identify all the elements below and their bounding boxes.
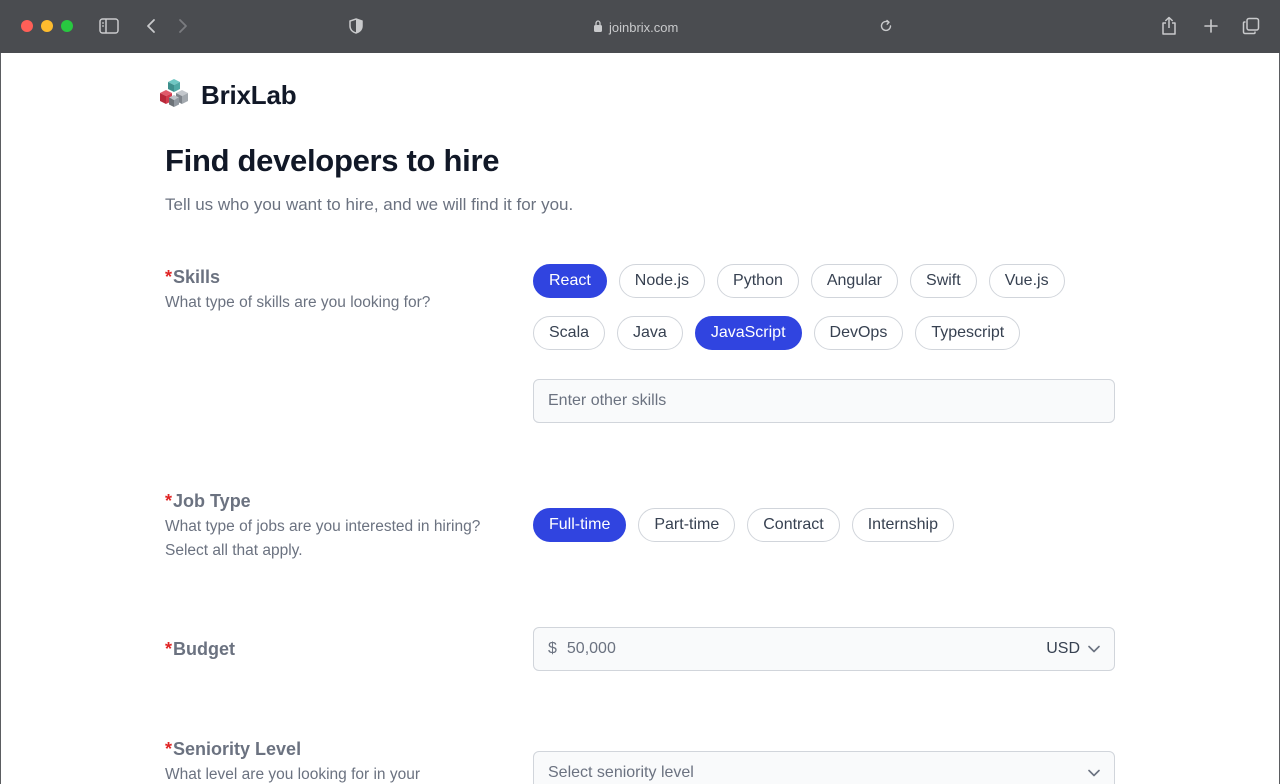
new-tab-icon[interactable]	[1200, 14, 1222, 38]
minimize-window-button[interactable]	[41, 20, 53, 32]
share-icon[interactable]	[1158, 14, 1180, 38]
address-url: joinbrix.com	[609, 19, 679, 35]
required-mark: *	[165, 491, 173, 511]
back-icon[interactable]	[141, 14, 161, 38]
tab-overview-icon[interactable]	[1240, 14, 1262, 38]
seniority-label-text: Seniority Level	[173, 739, 302, 759]
budget-label: *Budget	[165, 639, 235, 660]
page-content: BrixLab Find developers to hire Tell us …	[1, 53, 1279, 784]
other-skills-input[interactable]	[548, 392, 1100, 410]
currency-value: USD	[1046, 640, 1080, 657]
job-type-help: What type of jobs are you interested in …	[165, 518, 481, 559]
page-title: Find developers to hire	[165, 143, 500, 178]
cubes-logo-icon	[159, 78, 189, 113]
required-mark: *	[165, 739, 173, 759]
required-mark: *	[165, 267, 173, 287]
job-type-chip-part-time[interactable]: Part-time	[638, 508, 736, 542]
skill-chip-react[interactable]: React	[533, 264, 607, 298]
currency-select[interactable]: USD	[1046, 640, 1100, 658]
required-mark: *	[165, 639, 173, 659]
sidebar-toggle-icon[interactable]	[97, 14, 121, 38]
currency-prefix: $	[548, 640, 557, 657]
skills-help: What type of skills are you looking for?	[165, 294, 431, 311]
reload-icon[interactable]	[876, 14, 896, 38]
budget-input[interactable]	[566, 640, 967, 658]
privacy-shield-icon[interactable]	[346, 14, 366, 38]
skills-label-text: Skills	[173, 267, 221, 287]
skill-chip-python[interactable]: Python	[717, 264, 799, 298]
close-window-button[interactable]	[21, 20, 33, 32]
skill-chip-node-js[interactable]: Node.js	[618, 264, 706, 298]
seniority-select[interactable]: Select seniority level	[533, 751, 1115, 784]
chevron-down-icon	[1088, 640, 1100, 658]
skill-chip-devops[interactable]: DevOps	[813, 316, 904, 350]
job-type-label-text: Job Type	[173, 491, 251, 511]
chevron-down-icon	[1088, 764, 1100, 782]
skill-chip-swift[interactable]: Swift	[910, 264, 977, 298]
skill-chip-angular[interactable]: Angular	[810, 264, 899, 298]
skill-chip-vue-js[interactable]: Vue.js	[988, 264, 1065, 298]
job-type-label: *Job Type	[165, 491, 251, 512]
seniority-placeholder: Select seniority level	[548, 764, 694, 781]
job-type-options: Full-time Part-time Contract Internship	[533, 508, 1133, 542]
other-skills-field[interactable]	[533, 379, 1115, 423]
address-bar[interactable]: joinbrix.com	[593, 17, 678, 37]
browser-toolbar: joinbrix.com	[0, 0, 1280, 53]
seniority-help: What level are you looking for in your	[165, 766, 421, 783]
skill-chip-javascript[interactable]: JavaScript	[694, 316, 802, 350]
job-type-chip-contract[interactable]: Contract	[747, 508, 840, 542]
page-subtitle: Tell us who you want to hire, and we wil…	[165, 195, 574, 214]
skill-chip-scala[interactable]: Scala	[533, 316, 606, 350]
job-type-chip-full-time[interactable]: Full-time	[533, 508, 627, 542]
budget-label-text: Budget	[173, 639, 236, 659]
skills-label: *Skills	[165, 267, 220, 288]
brand[interactable]: BrixLab	[159, 78, 297, 113]
seniority-label: *Seniority Level	[165, 739, 301, 760]
skills-options: React Node.js Python Angular Swift Vue.js Scal…	[533, 264, 1133, 350]
brand-name: BrixLab	[201, 80, 297, 110]
skill-chip-typescript[interactable]: Typescript	[915, 316, 1021, 350]
zoom-window-button[interactable]	[61, 20, 73, 32]
job-type-chip-internship[interactable]: Internship	[851, 508, 954, 542]
budget-field[interactable]: $ USD	[533, 627, 1115, 671]
skill-chip-java[interactable]: Java	[617, 316, 683, 350]
lock-icon	[593, 19, 603, 35]
forward-icon[interactable]	[173, 14, 193, 38]
